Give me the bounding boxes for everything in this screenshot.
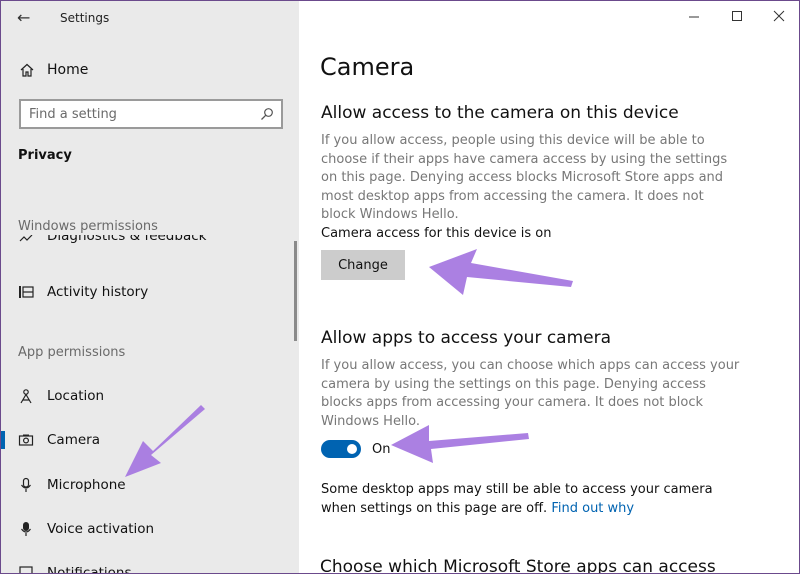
back-arrow-icon[interactable]: ←: [17, 8, 30, 27]
minimize-icon[interactable]: [687, 9, 701, 23]
search-box[interactable]: [19, 99, 283, 129]
device-access-description: If you allow access, people using this d…: [321, 133, 728, 222]
sidebar-item-notifications[interactable]: Notifications: [1, 561, 291, 574]
notifications-icon: [19, 566, 33, 573]
device-access-status: Camera access for this device is on: [321, 226, 552, 241]
sidebar-item-location[interactable]: Location: [1, 383, 291, 409]
maximize-icon[interactable]: [730, 9, 744, 23]
toggle-knob: [347, 444, 357, 454]
sidebar-item-label: Camera: [47, 432, 100, 448]
home-icon: [20, 63, 34, 77]
sidebar-item-camera[interactable]: Camera: [1, 427, 291, 453]
find-out-why-link[interactable]: Find out why: [551, 501, 634, 516]
location-icon: [20, 389, 32, 404]
device-access-heading: Allow access to the camera on this devic…: [321, 103, 679, 123]
sidebar-item-activity-history[interactable]: Activity history: [1, 279, 291, 305]
apps-access-toggle[interactable]: [321, 440, 361, 458]
home-label: Home: [47, 62, 89, 78]
active-indicator: [1, 431, 5, 449]
app-permissions-heading: App permissions: [18, 345, 126, 360]
sidebar-item-voice-activation[interactable]: Voice activation: [1, 516, 291, 542]
sidebar-item-label: Voice activation: [47, 521, 155, 537]
activity-history-icon: [19, 286, 34, 298]
windows-permissions-heading: Windows permissions: [18, 219, 158, 234]
sidebar-item-label: Diagnostics & feedback: [47, 235, 207, 244]
sidebar-item-label: Activity history: [47, 284, 149, 300]
search-input[interactable]: [29, 105, 249, 123]
apps-access-heading: Allow apps to access your camera: [321, 328, 612, 348]
camera-icon: [18, 434, 34, 446]
sidebar-item-label: Notifications: [47, 565, 132, 574]
microphone-icon: [21, 477, 31, 492]
title-bar: ← Settings: [1, 1, 299, 35]
search-icon[interactable]: [260, 107, 274, 121]
note-text: Some desktop apps may still be able to a…: [321, 482, 713, 516]
apps-access-description: If you allow access, you can choose whic…: [321, 358, 740, 429]
sidebar-item-label: Microphone: [47, 477, 126, 493]
sidebar-item-microphone[interactable]: Microphone: [1, 472, 291, 498]
toggle-state-label: On: [372, 442, 391, 457]
home-link[interactable]: Home: [19, 59, 88, 81]
sidebar-item-diagnostics[interactable]: Diagnostics & feedback: [1, 235, 291, 255]
app-title: Settings: [60, 11, 110, 25]
sidebar-scrollbar[interactable]: [294, 241, 297, 341]
page-title: Camera: [320, 53, 415, 81]
close-icon[interactable]: [772, 9, 786, 23]
store-apps-heading: Choose which Microsoft Store apps can ac…: [320, 557, 716, 574]
sidebar-item-label: Location: [47, 388, 105, 404]
main-content: Camera Allow access to the camera on thi…: [299, 1, 799, 574]
desktop-apps-note: Some desktop apps may still be able to a…: [321, 481, 741, 518]
change-button[interactable]: Change: [321, 250, 405, 280]
settings-window: ← Settings Home Privacy Windows permissi…: [0, 0, 800, 574]
diagnostics-icon: [19, 235, 33, 242]
sidebar: ← Settings Home Privacy Windows permissi…: [1, 1, 299, 574]
voice-activation-icon: [21, 522, 31, 536]
category-heading: Privacy: [18, 148, 72, 163]
